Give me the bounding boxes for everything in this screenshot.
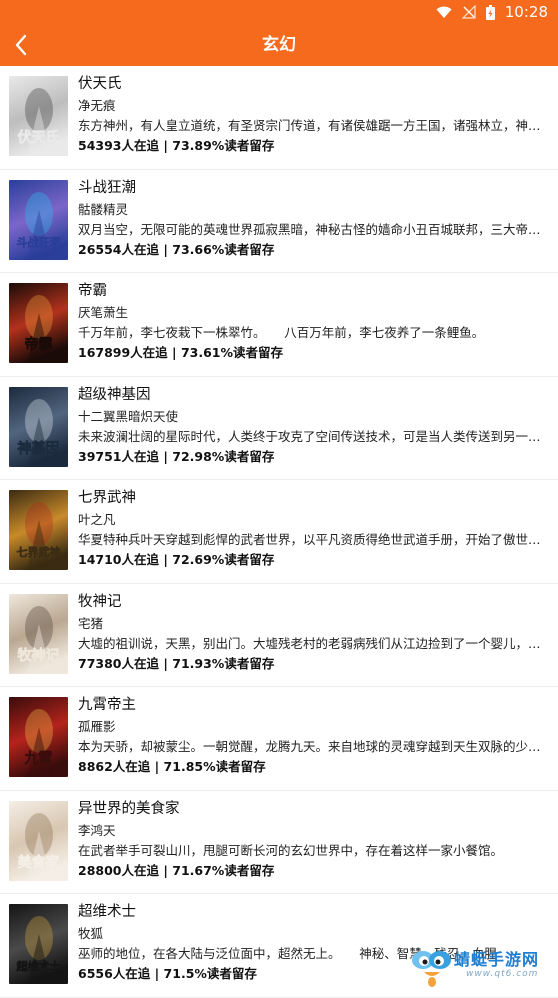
cover-art-image: 七界武神 (9, 490, 68, 570)
book-cover: 牧神记 (9, 593, 68, 674)
book-description: 双月当空，无限可能的英魂世界孤寂黑暗，神秘古怪的嫱命小丑百城联邦，三大帝国，异族… (78, 221, 544, 237)
book-author: 骷髅精灵 (78, 201, 129, 217)
book-title: 斗战狂潮 (78, 179, 136, 196)
book-author: 十二翼黑暗炽天使 (78, 408, 179, 424)
book-description: 大墟的祖训说，天黑，别出门。大墟残老村的老弱病残们从江边捡到了一个婴儿，取名秦牧 (78, 635, 544, 651)
book-stats: 39751人在追 | 72.98%读者留存 (78, 448, 275, 464)
page-title: 玄幻 (262, 35, 296, 55)
book-title: 七界武神 (78, 490, 136, 506)
status-bar: 10:28 (0, 0, 558, 24)
book-info: 九霄帝主 孤雁影 本为天骄，却被蒙尘。一朝觉醒，龙腾九天。来自地球的灵魂穿越到天… (78, 695, 544, 777)
book-cover: 斗战狂潮 (9, 179, 68, 260)
cover-title-text: 神基因 (18, 440, 60, 457)
cover-art-image: 美食家 (9, 800, 68, 881)
book-list-item[interactable]: 神基因 超级神基因 十二翼黑暗炽天使 未来波澜壮阔的星际时代，人类终于攻克了空间… (0, 377, 558, 480)
book-author: 李鸿天 (78, 822, 116, 838)
book-list-item[interactable]: 九霄 九霄帝主 孤雁影 本为天骄，却被蒙尘。一朝觉醒，龙腾九天。来自地球的灵魂穿… (0, 687, 558, 791)
cover-art-image: 九霄 (9, 697, 68, 777)
book-description: 千万年前，李七夜栽下一株翠竹。 八百万年前，李七夜养了一条鲤鱼。 (78, 325, 485, 340)
book-author: 牧狐 (78, 926, 104, 941)
battery-charging-icon (485, 4, 495, 20)
book-list-item[interactable]: 斗战狂潮 斗战狂潮 骷髅精灵 双月当空，无限可能的英魂世界孤寂黑暗，神秘古怪的嫱… (0, 170, 558, 273)
no-signal-icon (461, 5, 476, 19)
book-cover: 美食家 (9, 800, 68, 881)
cover-title-text: 超维术士 (16, 959, 61, 973)
cover-title-text: 伏天氏 (18, 129, 60, 146)
book-cover: 七界武神 (9, 490, 68, 570)
cover-art-image: 伏天氏 (9, 76, 68, 156)
cover-title-text: 九霄 (24, 750, 53, 767)
book-title: 帝霸 (78, 283, 107, 299)
cover-art-image: 帝霸 (9, 283, 68, 363)
book-cover: 帝霸 (9, 283, 68, 363)
book-list-item[interactable]: 美食家 异世界的美食家 李鸿天 在武者举手可裂山川，甩腿可断长河的玄幻世界中，存… (0, 791, 558, 894)
wifi-icon (436, 6, 452, 18)
book-info: 斗战狂潮 骷髅精灵 双月当空，无限可能的英魂世界孤寂黑暗，神秘古怪的嫱命小丑百城… (78, 178, 544, 260)
book-stats: 26554人在追 | 73.66%读者留存 (78, 241, 275, 257)
book-stats: 167899人在追 | 73.61%读者留存 (78, 345, 284, 360)
book-author: 孤雁影 (78, 719, 116, 734)
cover-title-text: 帝霸 (25, 336, 53, 353)
book-stats: 6556人在追 | 71.5%读者留存 (78, 966, 257, 981)
back-arrow-icon (15, 34, 27, 56)
book-description: 华夏特种兵叶天穿越到彪悍的武者世界，以平凡资质得绝世武道手册，开始了傲世之路 (78, 532, 544, 547)
book-title: 超级神基因 (78, 386, 151, 403)
cover-art-image: 斗战狂潮 (9, 179, 68, 260)
book-description: 巫师的地位，在各大陆与泛位面中，超然无上。 神秘、智慧、残忍、血腥 (78, 946, 497, 961)
back-button[interactable] (2, 26, 40, 64)
book-title: 异世界的美食家 (78, 800, 180, 817)
book-list-item[interactable]: 牧神记 牧神记 宅猪 大墟的祖训说，天黑，别出门。大墟残老村的老弱病残们从江边捡… (0, 584, 558, 687)
book-author: 宅猪 (78, 615, 104, 631)
book-author: 厌笔萧生 (78, 305, 129, 320)
book-info: 牧神记 宅猪 大墟的祖训说，天黑，别出门。大墟残老村的老弱病残们从江边捡到了一个… (78, 592, 544, 674)
book-description: 未来波澜壮阔的星际时代，人类终于攻克了空间传送技术，可是当人类传送到另一个空间 (78, 428, 544, 444)
status-time: 10:28 (504, 3, 548, 21)
book-description: 东方神州，有人皇立道统，有圣贤宗门传道，有诸侯雄踞一方王国，诸强林立，神州动乱千… (78, 118, 544, 133)
cover-title-text: 斗战狂潮 (17, 235, 61, 249)
book-stats: 14710人在追 | 72.69%读者留存 (78, 552, 275, 567)
cover-art-image: 牧神记 (9, 593, 68, 674)
book-cover: 超维术士 (9, 904, 68, 984)
book-list: 伏天氏 伏天氏 净无痕 东方神州，有人皇立道统，有圣贤宗门传道，有诸侯雄踞一方王… (0, 66, 558, 998)
book-cover: 神基因 (9, 386, 68, 467)
cover-title-text: 美食家 (18, 854, 61, 871)
book-title: 九霄帝主 (78, 697, 136, 713)
book-stats: 54393人在追 | 73.89%读者留存 (78, 138, 275, 153)
book-author: 净无痕 (78, 98, 116, 113)
book-info: 超维术士 牧狐 巫师的地位，在各大陆与泛位面中，超然无上。 神秘、智慧、残忍、血… (78, 902, 544, 984)
book-info: 伏天氏 净无痕 东方神州，有人皇立道统，有圣贤宗门传道，有诸侯雄踞一方王国，诸强… (78, 74, 544, 156)
cover-title-text: 七界武神 (17, 545, 61, 559)
book-title: 超维术士 (78, 904, 136, 920)
book-list-item[interactable]: 七界武神 七界武神 叶之凡 华夏特种兵叶天穿越到彪悍的武者世界，以平凡资质得绝世… (0, 480, 558, 584)
book-info: 七界武神 叶之凡 华夏特种兵叶天穿越到彪悍的武者世界，以平凡资质得绝世武道手册，… (78, 488, 544, 570)
cover-title-text: 牧神记 (18, 647, 60, 664)
book-stats: 28800人在追 | 71.67%读者留存 (78, 862, 275, 878)
book-description: 在武者举手可裂山川，甩腿可断长河的玄幻世界中，存在着这样一家小餐馆。 (78, 842, 504, 858)
cover-art-image: 超维术士 (9, 904, 68, 984)
app-header: 玄幻 (0, 24, 558, 66)
book-cover: 九霄 (9, 697, 68, 777)
book-author: 叶之凡 (78, 512, 116, 527)
book-cover: 伏天氏 (9, 76, 68, 156)
book-stats: 77380人在追 | 71.93%读者留存 (78, 655, 275, 671)
book-title: 伏天氏 (78, 76, 122, 92)
book-info: 超级神基因 十二翼黑暗炽天使 未来波澜壮阔的星际时代，人类终于攻克了空间传送技术… (78, 385, 544, 467)
cover-art-image: 神基因 (9, 386, 68, 467)
book-list-item[interactable]: 帝霸 帝霸 厌笔萧生 千万年前，李七夜栽下一株翠竹。 八百万年前，李七夜养了一条… (0, 273, 558, 377)
book-stats: 8862人在追 | 71.85%读者留存 (78, 759, 266, 774)
book-info: 异世界的美食家 李鸿天 在武者举手可裂山川，甩腿可断长河的玄幻世界中，存在着这样… (78, 799, 544, 881)
book-description: 本为天骄，却被蒙尘。一朝觉醒，龙腾九天。来自地球的灵魂穿越到天生双脉的少年身上 (78, 739, 544, 754)
book-title: 牧神记 (78, 593, 122, 610)
book-list-item[interactable]: 超维术士 超维术士 牧狐 巫师的地位，在各大陆与泛位面中，超然无上。 神秘、智慧… (0, 894, 558, 998)
book-list-item[interactable]: 伏天氏 伏天氏 净无痕 东方神州，有人皇立道统，有圣贤宗门传道，有诸侯雄踞一方王… (0, 66, 558, 170)
book-info: 帝霸 厌笔萧生 千万年前，李七夜栽下一株翠竹。 八百万年前，李七夜养了一条鲤鱼。… (78, 281, 544, 363)
